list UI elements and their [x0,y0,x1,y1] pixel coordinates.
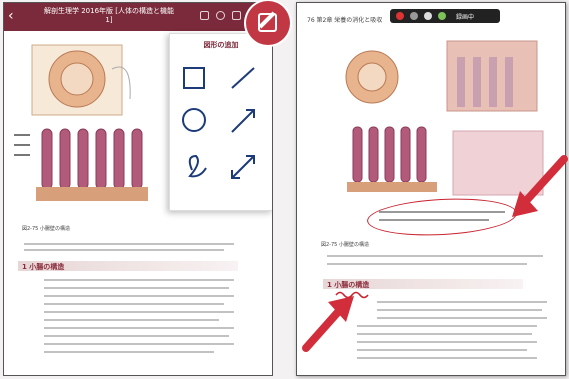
text-line [327,263,527,265]
book-title: 解剖生理学 2016年版 [人体の構造と機能 1] [24,7,194,25]
rectangle-tool [183,67,205,89]
line-tool [231,67,255,89]
book-title-line1: 解剖生理学 2016年版 [人体の構造と機能 [44,7,174,15]
left-app-screen: ‹ 解剖生理学 2016年版 [人体の構造と機能 1] 図2-75 小腸壁の構造… [3,2,273,376]
ok-icon[interactable] [438,12,446,20]
intestine-figure [12,39,172,219]
text-line [44,287,229,289]
freehand-tool [188,154,207,178]
text-line [357,333,532,335]
text-line [327,255,543,257]
text-line [44,303,224,305]
recording-label: 録画中 [456,14,475,21]
text-line [44,351,214,353]
text-line [44,327,234,329]
text-line [24,249,224,251]
recording-toolbar: 録画中 [390,9,500,23]
text-line [44,335,229,337]
text-line [357,325,537,327]
text-line [357,349,527,351]
color-icon[interactable] [424,12,432,20]
text-line [44,311,234,313]
back-button[interactable]: ‹ [8,8,14,24]
figure-caption: 図2-75 小腸壁の構造 [22,226,70,232]
text-line [357,357,537,359]
text-line [379,211,505,213]
section-title: 1 小腸の構造 [22,263,65,271]
text-line [44,279,234,281]
list-icon[interactable] [200,11,209,20]
text-line [44,343,234,345]
add-shape-panel: 図形の追加 [169,33,272,211]
text-line [24,243,234,245]
bookmark-icon[interactable] [232,11,241,20]
pause-icon[interactable] [410,12,418,20]
text-line [44,295,234,297]
red-arrow-upper [512,155,568,217]
circle-tool [182,108,206,132]
text-line [357,341,537,343]
record-icon[interactable] [396,12,404,20]
arrow-tool [231,109,255,133]
app-toolbar: ‹ 解剖生理学 2016年版 [人体の構造と機能 1] [4,3,272,31]
text-line [379,219,489,221]
double-arrow-tool [231,155,255,179]
book-title-line2: 1] [105,16,113,24]
figure-caption: 図2-75 小腸壁の構造 [321,242,369,248]
text-line [377,309,542,311]
search-icon[interactable] [216,11,225,20]
text-line [44,319,219,321]
text-line [377,317,547,319]
text-line [377,301,547,303]
page-number: 76 第2章 栄養の消化と吸収 [307,17,383,24]
red-arrow-lower [302,296,354,352]
edit-annotation-button[interactable] [246,1,290,45]
shape-tool-grid [182,67,255,179]
